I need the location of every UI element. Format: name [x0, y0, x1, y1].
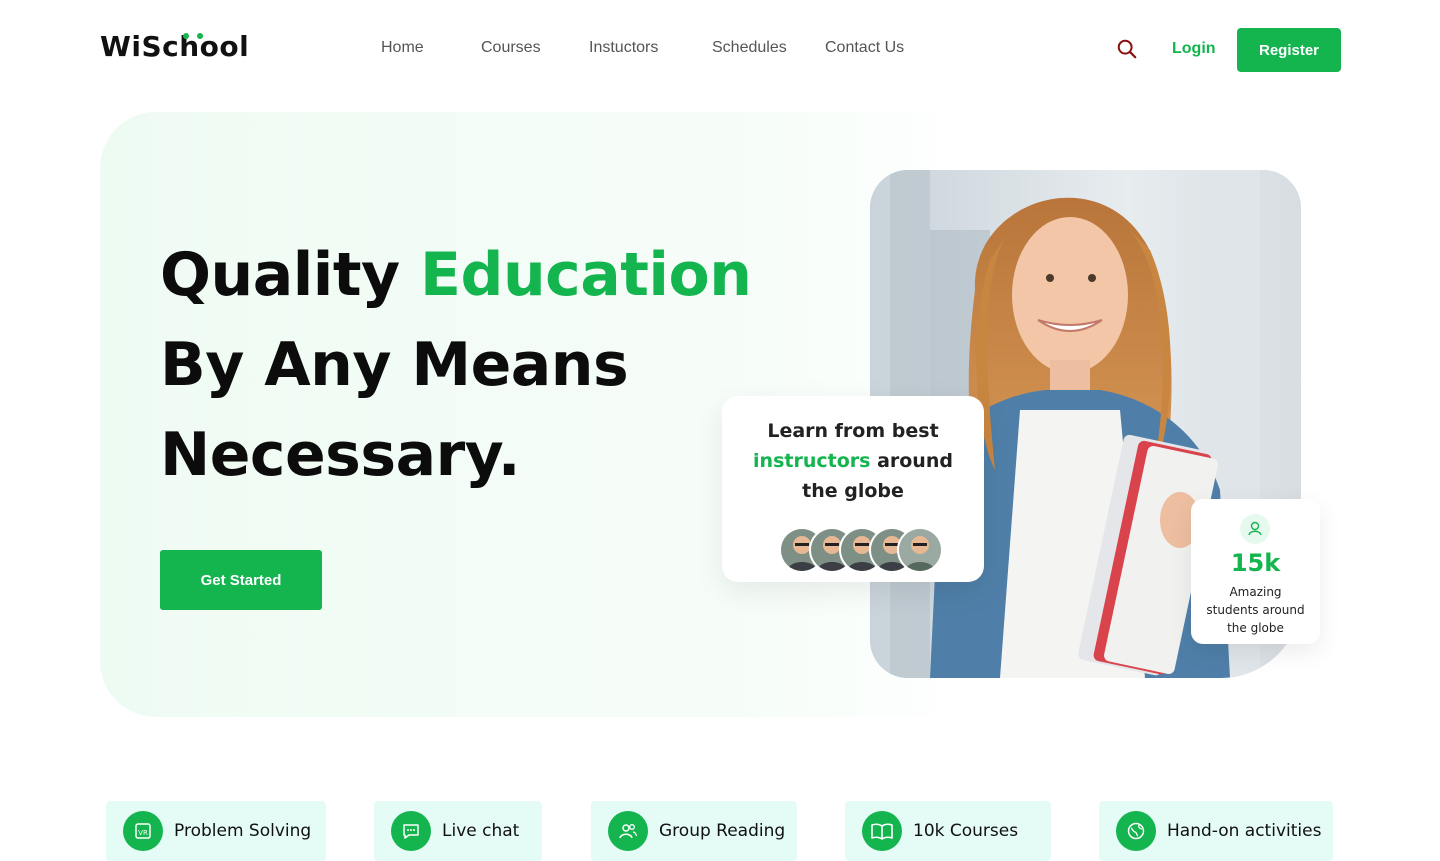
feature-label: 10k Courses [913, 821, 1019, 841]
headline-line-2: By Any Means [160, 330, 629, 400]
card-line-3: the globe [802, 480, 904, 502]
logo-dots [183, 33, 205, 39]
stat-label-line-2: students around [1206, 603, 1305, 617]
nav-contact[interactable]: Contact Us [825, 39, 904, 57]
headline-line-3: Necessary. [160, 420, 521, 490]
get-started-button[interactable]: Get Started [160, 550, 322, 610]
stat-label-line-1: Amazing [1229, 585, 1282, 599]
headline-word-education: Education [420, 240, 752, 310]
students-stat-card: 15k Amazing students around the globe [1191, 499, 1320, 644]
headline-word-quality: Quality [160, 240, 400, 310]
nav-instructors[interactable]: Instuctors [589, 39, 658, 57]
students-count: 15k [1230, 549, 1281, 577]
feature-hand-on-activities[interactable]: Hand-on activities [1099, 801, 1333, 861]
feature-label: Hand-on activities [1167, 821, 1322, 841]
feature-label: Live chat [442, 821, 520, 841]
logo[interactable]: WiSchool [100, 30, 249, 63]
avatar [897, 527, 943, 573]
chat-icon [391, 811, 431, 851]
site-header: WiSchool Home Courses Instuctors Schedul… [0, 0, 1440, 100]
vr-icon: VR [123, 811, 163, 851]
instructor-avatars [779, 527, 949, 573]
register-button[interactable]: Register [1237, 28, 1341, 72]
card-line-2-rest: around [877, 450, 953, 472]
headline-line-1: Quality Education [160, 240, 752, 310]
card-line-2: instructors around [722, 446, 984, 476]
nav-courses[interactable]: Courses [481, 39, 541, 57]
nav-schedules[interactable]: Schedules [712, 39, 787, 57]
card-line-1: Learn from best [767, 420, 939, 442]
book-icon [862, 811, 902, 851]
nav-home[interactable]: Home [381, 39, 424, 57]
feature-problem-solving[interactable]: VR Problem Solving [106, 801, 326, 861]
feature-label: Problem Solving [174, 821, 312, 841]
feature-group-reading[interactable]: Group Reading [591, 801, 797, 861]
stat-label-line-3: the globe [1227, 621, 1284, 635]
card-accent-word: instructors [753, 450, 871, 472]
instructors-card: Learn from best instructors around the g… [722, 396, 984, 582]
user-icon [1240, 514, 1270, 544]
users-icon [608, 811, 648, 851]
globe-icon [1116, 811, 1156, 851]
login-link[interactable]: Login [1172, 40, 1216, 58]
feature-live-chat[interactable]: Live chat [374, 801, 542, 861]
feature-10k-courses[interactable]: 10k Courses [845, 801, 1051, 861]
feature-label: Group Reading [659, 821, 786, 841]
instructors-card-text: Learn from best instructors around the g… [722, 416, 984, 506]
students-label: Amazing students around the globe [1199, 583, 1312, 637]
svg-text:VR: VR [138, 829, 148, 837]
search-icon[interactable] [1116, 38, 1138, 60]
